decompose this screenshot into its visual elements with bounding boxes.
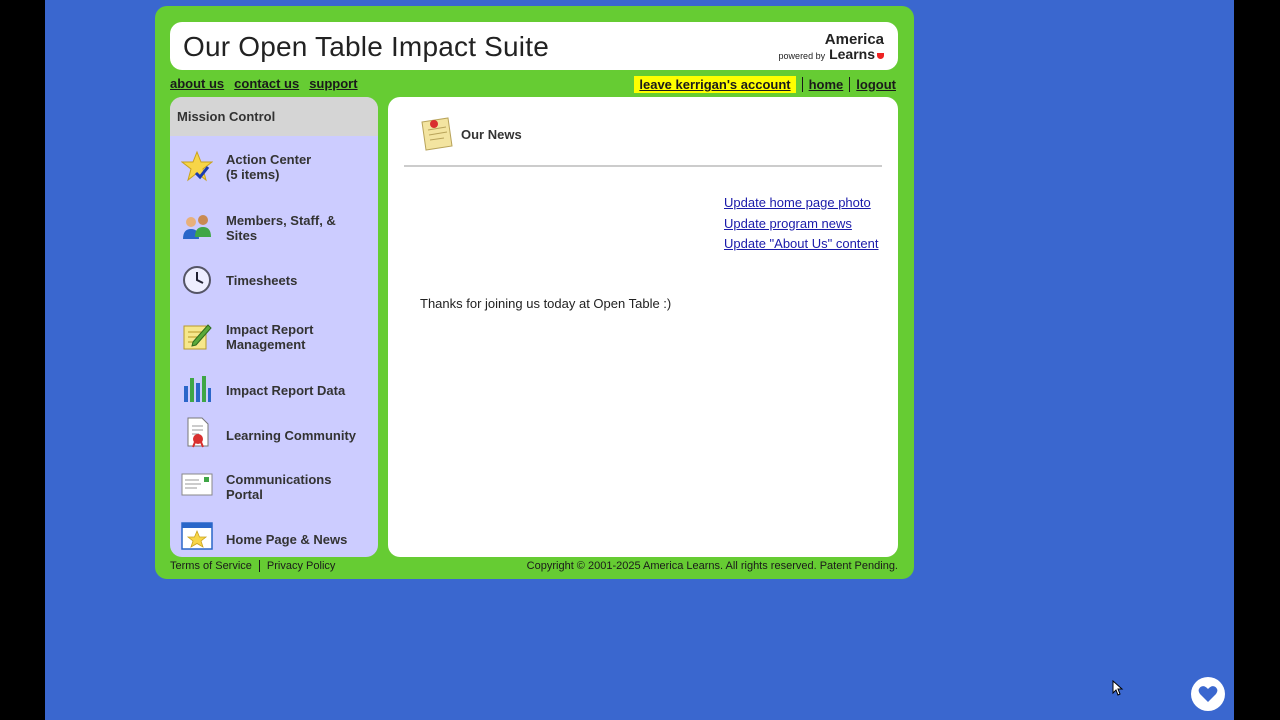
footer-links: Terms of Service Privacy Policy (170, 560, 335, 572)
sidebar-item-label: Action Center (226, 152, 312, 167)
heart-icon (1198, 686, 1218, 702)
action-center-count: (5 items) (226, 167, 280, 182)
sidebar-item-label: Portal (226, 487, 263, 502)
sidebar-item-impact-report-data[interactable]: Impact Report Data (170, 369, 378, 409)
brand-name: America (824, 31, 884, 48)
envelope-icon (181, 473, 213, 496)
section-title: Our News (461, 127, 522, 142)
sidebar-item-label: Learning Community (226, 428, 357, 443)
page-background: Our Open Table Impact Suite America powe… (45, 0, 1234, 720)
support-link[interactable]: support (309, 76, 357, 91)
people-icon (183, 215, 211, 239)
sidebar-item-label: Impact Report (226, 322, 314, 337)
divider (404, 165, 882, 167)
sidebar-item-label: Management (226, 337, 306, 352)
america-learns-logo: America powered by Learns (779, 32, 884, 63)
suite-title: Our Open Table Impact Suite (183, 31, 549, 62)
brand-learns: Learns (829, 46, 875, 62)
bar-chart-icon (184, 376, 211, 402)
update-home-photo-link[interactable]: Update home page photo (724, 193, 879, 214)
mission-control-sidebar: Mission Control Action Center (5 items) (170, 97, 378, 557)
sidebar-item-learning-community[interactable]: Learning Community (170, 414, 378, 454)
contact-us-link[interactable]: contact us (234, 76, 299, 91)
top-nav-right: leave kerrigan's account home logout (634, 76, 896, 93)
header: Our Open Table Impact Suite America powe… (170, 22, 898, 70)
nav-divider (801, 77, 803, 92)
copyright-text: Copyright © 2001-2025 America Learns. Al… (526, 560, 898, 572)
mouse-cursor-icon (1112, 680, 1124, 696)
app-frame: Our Open Table Impact Suite America powe… (155, 6, 914, 579)
about-us-link[interactable]: about us (170, 76, 224, 91)
top-nav-left: about us contact us support (170, 76, 368, 91)
notepad-pencil-icon (183, 324, 212, 350)
sidebar-item-timesheets[interactable]: Timesheets (170, 260, 378, 300)
sidebar-item-home-page-news[interactable]: Home Page & News (170, 517, 378, 557)
news-notepad-icon (421, 117, 453, 151)
sidebar-item-label: Members, Staff, & (226, 213, 336, 228)
sidebar-item-members[interactable]: Members, Staff, & Sites (170, 206, 378, 252)
sidebar-title: Mission Control (170, 97, 378, 136)
sidebar-item-label: Timesheets (226, 273, 298, 288)
sidebar-item-label: Sites (226, 228, 258, 243)
webpage-star-icon (181, 522, 213, 550)
main-content: Our News Update home page photo Update p… (388, 97, 898, 557)
feedback-heart-button[interactable] (1191, 677, 1225, 711)
sidebar-item-impact-report-management[interactable]: Impact Report Management (170, 315, 378, 361)
news-admin-links: Update home page photo Update program ne… (724, 193, 879, 255)
sidebar-item-label: Home Page & News (226, 532, 348, 547)
document-ribbon-icon (187, 417, 209, 448)
sidebar-item-action-center[interactable]: Action Center (5 items) (170, 145, 378, 191)
clock-icon (183, 266, 211, 294)
logout-link[interactable]: logout (856, 77, 896, 92)
sidebar-item-communications-portal[interactable]: Communications Portal (170, 465, 378, 511)
privacy-policy-link[interactable]: Privacy Policy (267, 560, 335, 572)
footer-divider (258, 560, 260, 572)
sidebar-item-label: Communications (226, 472, 332, 487)
update-about-us-link[interactable]: Update "About Us" content (724, 234, 879, 255)
news-message: Thanks for joining us today at Open Tabl… (420, 296, 672, 311)
home-link[interactable]: home (809, 77, 844, 92)
nav-divider (849, 77, 851, 92)
brand-powered-by: powered by (778, 51, 826, 61)
terms-of-service-link[interactable]: Terms of Service (170, 560, 252, 572)
heart-logo-icon (877, 53, 884, 59)
star-checkmark-icon (181, 150, 213, 182)
leave-account-link[interactable]: leave kerrigan's account (634, 76, 796, 93)
update-program-news-link[interactable]: Update program news (724, 214, 879, 235)
sidebar-item-label: Impact Report Data (226, 383, 346, 398)
